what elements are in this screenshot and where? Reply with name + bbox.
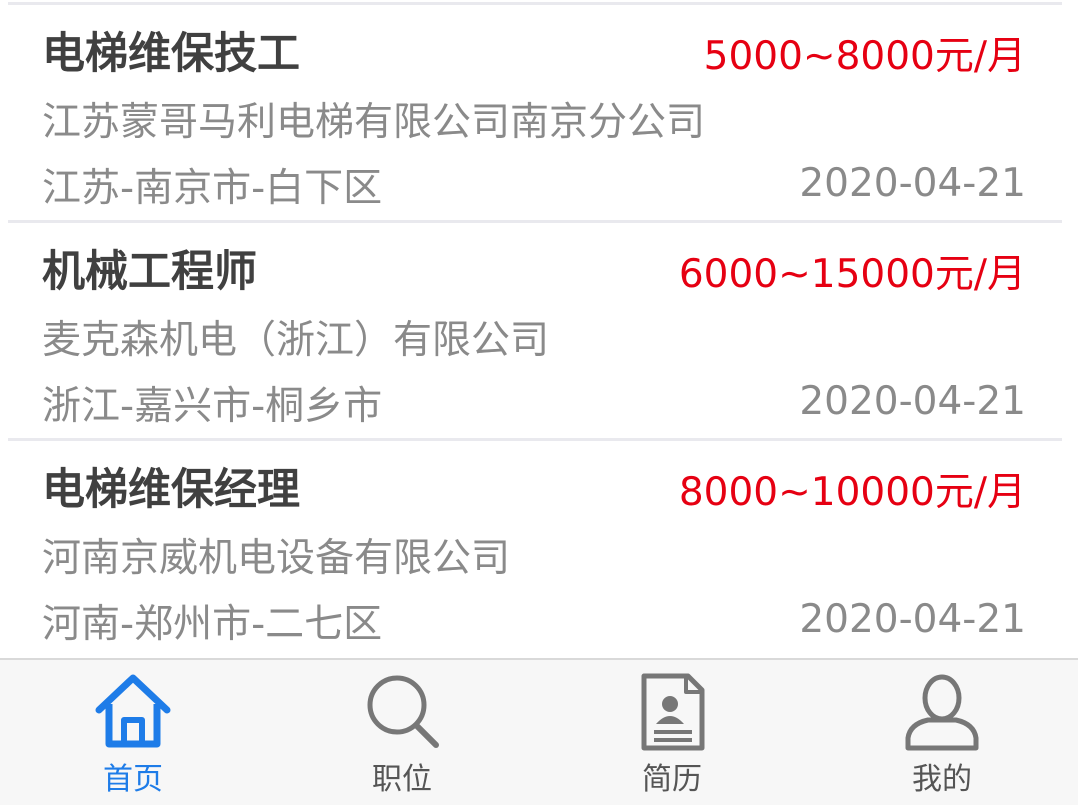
job-card[interactable]: 电梯维保经理 8000~10000元/月 河南京威机电设备有限公司 河南-郑州市… [0, 441, 1078, 657]
job-list: 电梯维保技工 5000~8000元/月 江苏蒙哥马利电梯有限公司南京分公司 江苏… [0, 0, 1078, 660]
search-icon [367, 675, 439, 748]
home-icon [95, 674, 171, 748]
resume-icon [641, 673, 705, 751]
tab-jobs[interactable]: 职位 [302, 660, 502, 805]
job-location: 浙江-嘉兴市-桐乡市 [42, 384, 383, 429]
company-name: 河南京威机电设备有限公司 [42, 536, 511, 581]
bottom-tab-bar: 首页 职位 简历 我的 [0, 658, 1078, 805]
job-card[interactable]: 机械工程师 6000~15000元/月 麦克森机电（浙江）有限公司 浙江-嘉兴市… [0, 223, 1078, 439]
job-salary: 6000~15000元/月 [678, 252, 1026, 297]
tab-label: 首页 [103, 762, 163, 797]
post-date: 2020-04-21 [799, 379, 1026, 424]
post-date: 2020-04-21 [799, 161, 1026, 206]
tab-resume[interactable]: 简历 [572, 660, 772, 805]
job-title: 电梯维保技工 [42, 29, 300, 79]
post-date: 2020-04-21 [799, 597, 1026, 642]
company-name: 江苏蒙哥马利电梯有限公司南京分公司 [42, 100, 706, 145]
job-title: 机械工程师 [42, 247, 257, 297]
job-title: 电梯维保经理 [42, 465, 300, 515]
job-card[interactable]: 电梯维保技工 5000~8000元/月 江苏蒙哥马利电梯有限公司南京分公司 江苏… [0, 5, 1078, 221]
job-location: 河南-郑州市-二七区 [42, 602, 383, 647]
tab-label: 我的 [912, 762, 972, 797]
job-salary: 5000~8000元/月 [703, 34, 1026, 79]
job-location: 江苏-南京市-白下区 [42, 166, 383, 211]
tab-profile[interactable]: 我的 [842, 660, 1042, 805]
tab-home[interactable]: 首页 [33, 660, 233, 805]
tab-label: 简历 [642, 762, 702, 797]
user-icon [905, 674, 979, 751]
company-name: 麦克森机电（浙江）有限公司 [42, 318, 550, 363]
job-salary: 8000~10000元/月 [678, 470, 1026, 515]
tab-label: 职位 [372, 762, 432, 797]
